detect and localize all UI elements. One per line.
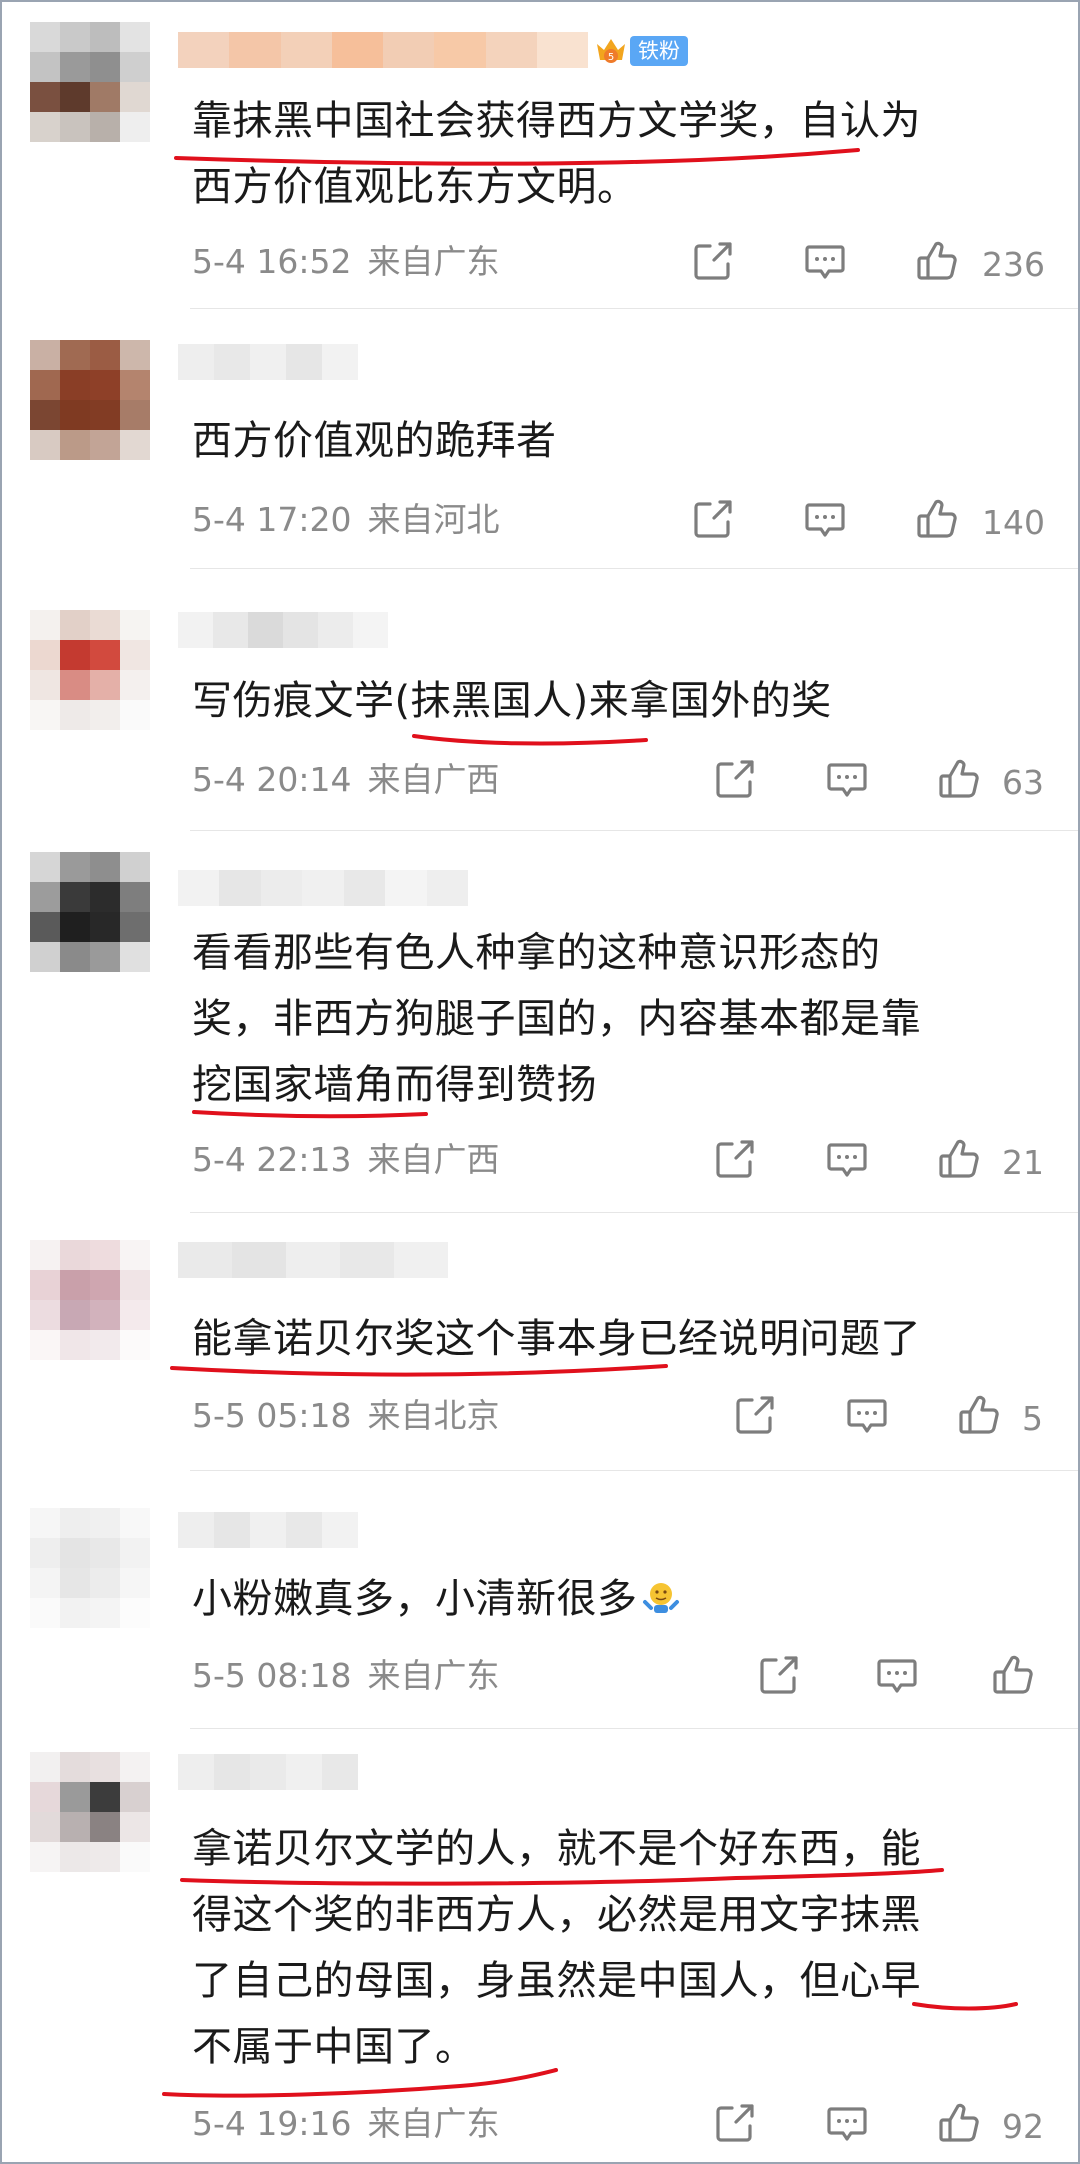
comment-icon[interactable] <box>802 496 848 542</box>
share-icon[interactable] <box>690 496 736 542</box>
comment-text: 看看那些有色人种拿的这种意识形态的 奖，非西方狗腿子国的，内容基本都是靠 挖国家墙角… <box>192 920 1012 1118</box>
like-count: 92 <box>1002 2107 1044 2146</box>
thumbs-up-icon[interactable] <box>990 1652 1036 1698</box>
username-blurred[interactable] <box>178 870 468 906</box>
like-count: 236 <box>982 245 1045 284</box>
comment-line: 小粉嫩真多，小清新很多 <box>192 1566 1012 1632</box>
comment-divider <box>190 308 1080 309</box>
comment-line: 西方价值观的跪拜者 <box>192 418 557 464</box>
comment-line: 写伤痕文学(抹黑国人)来拿国外的奖 <box>192 678 832 724</box>
share-icon[interactable] <box>756 1652 802 1698</box>
location: 来自河北 <box>367 500 500 539</box>
comment-line: 了自己的母国，身虽然是中国人，但心早 <box>192 1958 921 2004</box>
avatar[interactable] <box>30 1508 150 1628</box>
location: 来自广东 <box>367 242 500 281</box>
username-blurred[interactable] <box>178 1242 448 1278</box>
shrug-emoji-icon <box>642 1570 680 1613</box>
location: 来自广西 <box>367 760 500 799</box>
location: 来自广西 <box>367 1140 500 1179</box>
comment-divider <box>190 1728 1080 1729</box>
comment-line: 得这个奖的非西方人，必然是用文字抹黑 <box>192 1892 921 1938</box>
comment-divider <box>190 1470 1080 1471</box>
comment-meta: 5-5 08:18 来自广东 <box>192 1654 500 1698</box>
timestamp: 5-5 08:18 <box>192 1656 352 1695</box>
comment-line: 不属于中国了。 <box>192 2024 476 2070</box>
avatar[interactable] <box>30 22 150 142</box>
like-count: 140 <box>982 503 1045 542</box>
fan-label: 铁粉 <box>630 36 688 66</box>
comment-meta: 5-4 20:14 来自广西 <box>192 758 500 802</box>
share-icon[interactable] <box>712 756 758 802</box>
crown-icon: 5 <box>594 34 628 68</box>
timestamp: 5-4 22:13 <box>192 1140 352 1179</box>
username-blurred[interactable] <box>178 1754 358 1790</box>
comment-meta: 5-5 05:18 来自北京 <box>192 1394 500 1438</box>
timestamp: 5-4 20:14 <box>192 760 352 799</box>
location: 来自广东 <box>367 1656 500 1695</box>
like-count: 21 <box>1002 1143 1044 1182</box>
username-blurred[interactable] <box>178 32 588 68</box>
avatar[interactable] <box>30 610 150 730</box>
comment-meta: 5-4 22:13 来自广西 <box>192 1138 500 1182</box>
like-count: 63 <box>1002 763 1044 802</box>
comment-line: 奖，非西方狗腿子国的，内容基本都是靠 <box>192 996 921 1042</box>
thumbs-up-icon[interactable] <box>956 1392 1002 1438</box>
comment-meta: 5-4 19:16 来自广东 <box>192 2102 500 2146</box>
avatar[interactable] <box>30 852 150 972</box>
share-icon[interactable] <box>712 2100 758 2146</box>
share-icon[interactable] <box>732 1392 778 1438</box>
comment-text: 小粉嫩真多，小清新很多 <box>192 1566 1012 1632</box>
comment-line: 拿诺贝尔文学的人，就不是个好东西，能 <box>192 1826 921 1872</box>
timestamp: 5-4 16:52 <box>192 242 352 281</box>
comment-divider <box>190 830 1080 831</box>
comment-text: 靠抹黑中国社会获得西方文学奖，自认为 西方价值观比东方文明。 <box>192 88 1012 220</box>
location: 来自北京 <box>367 1396 500 1435</box>
comment-divider <box>190 568 1080 569</box>
share-icon[interactable] <box>690 238 736 284</box>
username-blurred[interactable] <box>178 1512 358 1548</box>
comment-icon[interactable] <box>844 1392 890 1438</box>
avatar[interactable] <box>30 1240 150 1360</box>
username-blurred[interactable] <box>178 344 358 380</box>
fan-badge[interactable]: 5 铁粉 <box>594 34 688 68</box>
comment-line: 靠抹黑中国社会获得西方文学奖，自认为 <box>192 98 921 144</box>
comment-icon[interactable] <box>824 756 870 802</box>
comment-meta: 5-4 16:52 来自广东 <box>192 240 500 284</box>
comment-icon[interactable] <box>824 2100 870 2146</box>
comment-icon[interactable] <box>874 1652 920 1698</box>
fan-level: 5 <box>608 52 614 63</box>
comment-line: 西方价值观比东方文明。 <box>192 164 638 210</box>
avatar[interactable] <box>30 340 150 460</box>
thumbs-up-icon[interactable] <box>936 1136 982 1182</box>
timestamp: 5-4 17:20 <box>192 500 352 539</box>
comment-text: 拿诺贝尔文学的人，就不是个好东西，能 得这个奖的非西方人，必然是用文字抹黑 了自己的… <box>192 1816 1012 2080</box>
comment-text: 西方价值观的跪拜者 <box>192 408 1012 474</box>
like-count: 5 <box>1022 1399 1043 1438</box>
comment-meta: 5-4 17:20 来自河北 <box>192 498 500 542</box>
comment-text: 能拿诺贝尔奖这个事本身已经说明问题了 <box>192 1306 1012 1372</box>
thumbs-up-icon[interactable] <box>914 238 960 284</box>
thumbs-up-icon[interactable] <box>914 496 960 542</box>
location: 来自广东 <box>367 2104 500 2143</box>
avatar[interactable] <box>30 1752 150 1872</box>
thumbs-up-icon[interactable] <box>936 2100 982 2146</box>
comment-line: 能拿诺贝尔奖这个事本身已经说明问题了 <box>192 1316 921 1362</box>
timestamp: 5-5 05:18 <box>192 1396 352 1435</box>
comment-text: 写伤痕文学(抹黑国人)来拿国外的奖 <box>192 668 1012 734</box>
comment-icon[interactable] <box>824 1136 870 1182</box>
comment-line: 看看那些有色人种拿的这种意识形态的 <box>192 930 881 976</box>
share-icon[interactable] <box>712 1136 758 1182</box>
comment-divider <box>190 1212 1080 1213</box>
username-blurred[interactable] <box>178 612 388 648</box>
comment-line: 挖国家墙角而得到赞扬 <box>192 1062 597 1108</box>
thumbs-up-icon[interactable] <box>936 756 982 802</box>
comment-icon[interactable] <box>802 238 848 284</box>
timestamp: 5-4 19:16 <box>192 2104 352 2143</box>
